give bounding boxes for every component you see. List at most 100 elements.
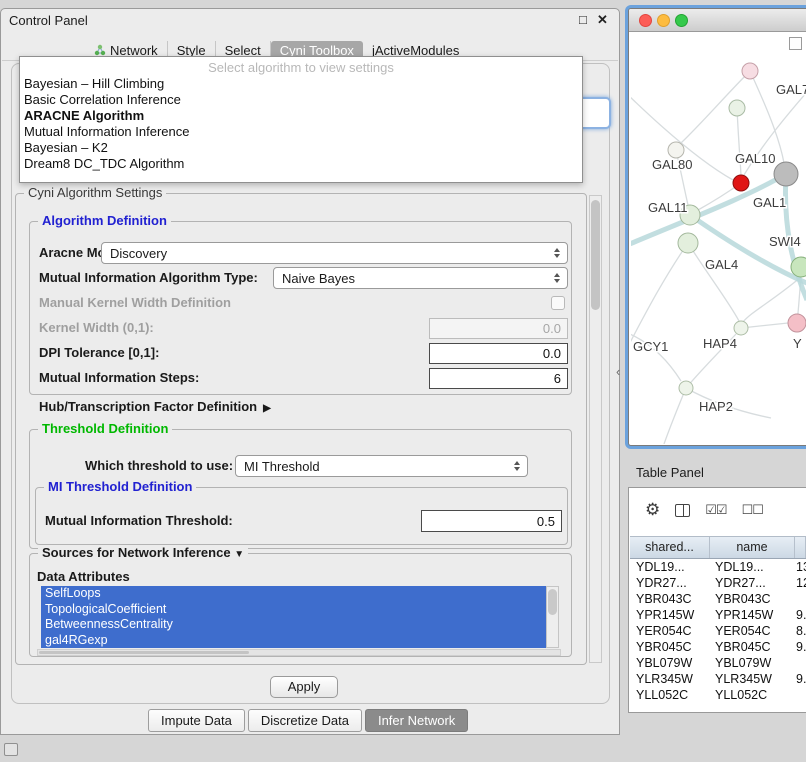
node-label: GAL4 bbox=[705, 257, 738, 272]
dpi-tolerance-input[interactable] bbox=[429, 343, 568, 364]
column-header[interactable]: shared... bbox=[630, 537, 710, 558]
float-icon[interactable]: □ bbox=[579, 12, 587, 27]
table-row[interactable]: YLL052CYLL052C bbox=[630, 687, 806, 703]
network-node[interactable] bbox=[742, 63, 758, 79]
table-cell: YLL052C bbox=[709, 687, 793, 703]
zoom-traffic-button[interactable] bbox=[675, 14, 688, 27]
control-panel-window: Control Panel □ ✕ NetworkStyleSelectCyni… bbox=[0, 8, 620, 735]
node-label: HAP2 bbox=[699, 399, 733, 414]
network-icon bbox=[94, 44, 106, 56]
table-cell: 9. bbox=[793, 671, 806, 687]
network-edge[interactable] bbox=[664, 388, 686, 444]
bottom-tab-infer-network[interactable]: Infer Network bbox=[365, 709, 468, 732]
select-all-icon[interactable]: ☑☑ bbox=[705, 502, 726, 518]
minimize-traffic-button[interactable] bbox=[657, 14, 670, 27]
scrollbar-thumb[interactable] bbox=[39, 651, 249, 654]
network-window-titlebar[interactable] bbox=[629, 9, 806, 32]
network-node[interactable] bbox=[734, 321, 748, 335]
deselect-all-icon[interactable]: ☐☐ bbox=[742, 502, 763, 518]
mi-steps-input[interactable] bbox=[429, 368, 568, 389]
mi-threshold-input[interactable] bbox=[421, 510, 562, 532]
bottom-tab-impute-data[interactable]: Impute Data bbox=[148, 709, 245, 732]
which-threshold-label: Which threshold to use: bbox=[85, 456, 233, 476]
minimized-panel-icon[interactable] bbox=[4, 743, 18, 756]
table-cell: YLR345W bbox=[630, 671, 709, 687]
table-row[interactable]: YDR27...YDR27...12 bbox=[630, 575, 806, 591]
table-cell: 12 bbox=[793, 575, 806, 591]
table-cell bbox=[793, 591, 806, 607]
table-row[interactable]: YBR043CYBR043C bbox=[630, 591, 806, 607]
close-traffic-button[interactable] bbox=[639, 14, 652, 27]
table-cell: YBR043C bbox=[630, 591, 709, 607]
node-label: SWI4 bbox=[769, 234, 801, 249]
table-cell: YLL052C bbox=[630, 687, 709, 703]
network-node[interactable] bbox=[774, 162, 798, 186]
network-edge[interactable] bbox=[631, 243, 688, 352]
gear-icon[interactable]: ⚙ bbox=[645, 500, 660, 520]
table-row[interactable]: YLR345WYLR345W9. bbox=[630, 671, 806, 687]
attributes-hscrollbar[interactable] bbox=[37, 649, 561, 656]
network-node[interactable] bbox=[791, 257, 806, 277]
network-graph[interactable]: GAL7GAL80GAL10GAL11GAL1SWI4GAL4GCY1HAP4Y… bbox=[631, 32, 806, 444]
columns-icon[interactable] bbox=[675, 504, 690, 517]
attributes-scrollbar[interactable] bbox=[546, 586, 559, 648]
table-cell: YDL19... bbox=[709, 559, 793, 575]
data-attributes-list[interactable]: SelfLoopsTopologicalCoefficientBetweenne… bbox=[41, 586, 546, 648]
attribute-item[interactable]: gal4RGexp bbox=[41, 633, 546, 649]
table-row[interactable]: YER054CYER054C8. bbox=[630, 623, 806, 639]
apply-button[interactable]: Apply bbox=[270, 676, 338, 698]
stepper-icon bbox=[510, 461, 524, 471]
hub-section-toggle[interactable]: Hub/Transcription Factor Definition▶ bbox=[39, 397, 271, 417]
mi-type-value: Naive Bayes bbox=[274, 271, 550, 286]
node-label: GAL10 bbox=[735, 151, 775, 166]
attribute-item[interactable]: TopologicalCoefficient bbox=[41, 602, 546, 618]
bottom-tab-discretize-data[interactable]: Discretize Data bbox=[248, 709, 362, 732]
aracne-mode-select[interactable]: Discovery bbox=[101, 242, 568, 264]
table-cell: 8. bbox=[793, 623, 806, 639]
table-row[interactable]: YBR045CYBR045C9. bbox=[630, 639, 806, 655]
network-scroll-corner[interactable] bbox=[789, 37, 802, 50]
table-row[interactable]: YBL079WYBL079W bbox=[630, 655, 806, 671]
algorithm-option-bayesian-hill-climbing[interactable]: Bayesian – Hill Climbing bbox=[20, 76, 582, 92]
algorithm-option-basic-correlation-inference[interactable]: Basic Correlation Inference bbox=[20, 92, 582, 108]
algorithm-option-aracne-algorithm[interactable]: ARACNE Algorithm bbox=[20, 108, 582, 124]
algorithm-option-mutual-information-inference[interactable]: Mutual Information Inference bbox=[20, 124, 582, 140]
close-icon[interactable]: ✕ bbox=[597, 12, 608, 28]
settings-scrollbar[interactable] bbox=[589, 195, 602, 663]
node-label: GAL1 bbox=[753, 195, 786, 210]
kernel-width-input bbox=[429, 318, 568, 339]
desktop: Control Panel □ ✕ NetworkStyleSelectCyni… bbox=[0, 0, 806, 762]
manual-kernel-checkbox[interactable] bbox=[551, 296, 565, 310]
dpi-tolerance-label: DPI Tolerance [0,1]: bbox=[39, 343, 159, 363]
column-header[interactable]: name bbox=[710, 537, 795, 558]
threshold-definition-legend: Threshold Definition bbox=[38, 421, 172, 436]
algorithm-option-dream8-dc-tdc-algorithm[interactable]: Dream8 DC_TDC Algorithm bbox=[20, 156, 582, 172]
algorithm-option-bayesian-k2[interactable]: Bayesian – K2 bbox=[20, 140, 582, 156]
table-cell: YLR345W bbox=[709, 671, 793, 687]
table-row[interactable]: YPR145WYPR145W9. bbox=[630, 607, 806, 623]
column-header[interactable] bbox=[795, 537, 806, 558]
sources-legend-text: Sources for Network Inference bbox=[42, 545, 231, 560]
dropdown-placeholder: Select algorithm to view settings bbox=[20, 59, 582, 76]
network-node[interactable] bbox=[729, 100, 745, 116]
mi-type-select[interactable]: Naive Bayes bbox=[273, 267, 568, 289]
table-toolbar: ⚙ ☑☑ ☐☐ bbox=[645, 498, 763, 522]
network-node[interactable] bbox=[788, 314, 806, 332]
network-node[interactable] bbox=[678, 233, 698, 253]
network-node[interactable] bbox=[679, 381, 693, 395]
attribute-item[interactable]: BetweennessCentrality bbox=[41, 617, 546, 633]
network-node[interactable] bbox=[733, 175, 749, 191]
algorithm-dropdown: Select algorithm to view settings Bayesi… bbox=[19, 56, 583, 183]
scrollbar-thumb[interactable] bbox=[548, 589, 557, 615]
which-threshold-value: MI Threshold bbox=[236, 459, 510, 474]
which-threshold-select[interactable]: MI Threshold bbox=[235, 455, 528, 477]
scrollbar-thumb[interactable] bbox=[591, 200, 600, 310]
table-cell: YBL079W bbox=[630, 655, 709, 671]
network-edge[interactable] bbox=[688, 243, 739, 321]
network-node[interactable] bbox=[668, 142, 684, 158]
splitter-arrow[interactable]: ‹ bbox=[616, 364, 620, 379]
table-row[interactable]: YDL19...YDL19...13 bbox=[630, 559, 806, 575]
table-cell: YER054C bbox=[709, 623, 793, 639]
sources-legend[interactable]: Sources for Network Inference ▼ bbox=[38, 545, 248, 560]
attribute-item[interactable]: SelfLoops bbox=[41, 586, 546, 602]
